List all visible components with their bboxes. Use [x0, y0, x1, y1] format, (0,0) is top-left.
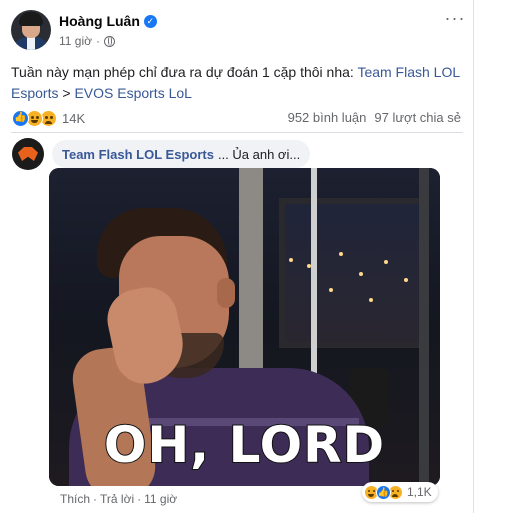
comments-count[interactable]: 952 bình luận: [288, 110, 367, 125]
comment-reaction-count: 1,1K: [407, 485, 432, 499]
post-author-name[interactable]: Hoàng Luân: [59, 13, 140, 29]
like-reaction-icon: 👍: [12, 110, 29, 127]
more-options-button[interactable]: ···: [440, 8, 470, 31]
right-gutter: [474, 0, 524, 513]
action-separator: ·: [93, 492, 98, 506]
post-author[interactable]: Hoàng Luân ✓: [59, 13, 157, 29]
verified-badge-icon: ✓: [143, 14, 157, 28]
post-text: Tuần này mạn phép chỉ đưa ra dự đoán 1 c…: [11, 62, 466, 104]
reaction-count[interactable]: 14K: [62, 111, 85, 126]
post-text-prefix: Tuần này mạn phép chỉ đưa ra dự đoán 1 c…: [11, 64, 358, 80]
mention-evos-esports[interactable]: EVOS Esports LoL: [74, 85, 192, 101]
post-text-separator: >: [58, 85, 75, 101]
meta-separator: ·: [96, 34, 100, 48]
divider: [11, 132, 463, 133]
more-options-icon: ···: [444, 8, 466, 28]
comment-bubble: Team Flash LOL Esports ... Ủa anh ơi...: [52, 140, 311, 168]
shares-count[interactable]: 97 lượt chia sẻ: [374, 110, 461, 125]
like-reaction-icon: 👍: [376, 484, 391, 500]
comment-text: ... Ủa anh ơi...: [217, 146, 301, 162]
comment-gif[interactable]: OH, LORD: [49, 168, 440, 486]
comment-reactions[interactable]: 👍 1,1K: [362, 482, 438, 502]
comment-like-button[interactable]: Thích: [60, 492, 90, 506]
facebook-post: Hoàng Luân ✓ 11 giờ · ··· Tuần này mạn p…: [0, 0, 474, 513]
comment-actions: Thích · Trả lời · 11 giờ: [60, 492, 177, 506]
comment-time[interactable]: 11 giờ: [144, 492, 177, 506]
post-time[interactable]: 11 giờ: [59, 34, 92, 48]
action-separator: ·: [137, 492, 142, 506]
comment-reply-button[interactable]: Trả lời: [100, 492, 134, 506]
author-avatar[interactable]: [11, 10, 51, 50]
post-stats: 952 bình luận 97 lượt chia sẻ: [288, 110, 461, 125]
globe-icon: [104, 35, 115, 47]
comment-author[interactable]: Team Flash LOL Esports: [62, 147, 214, 162]
post-reactions[interactable]: 👍 14K: [12, 110, 85, 127]
gif-caption: OH, LORD: [103, 415, 386, 475]
post-meta: 11 giờ ·: [59, 34, 115, 48]
commenter-avatar[interactable]: [12, 138, 44, 170]
team-flash-logo: [18, 147, 38, 161]
